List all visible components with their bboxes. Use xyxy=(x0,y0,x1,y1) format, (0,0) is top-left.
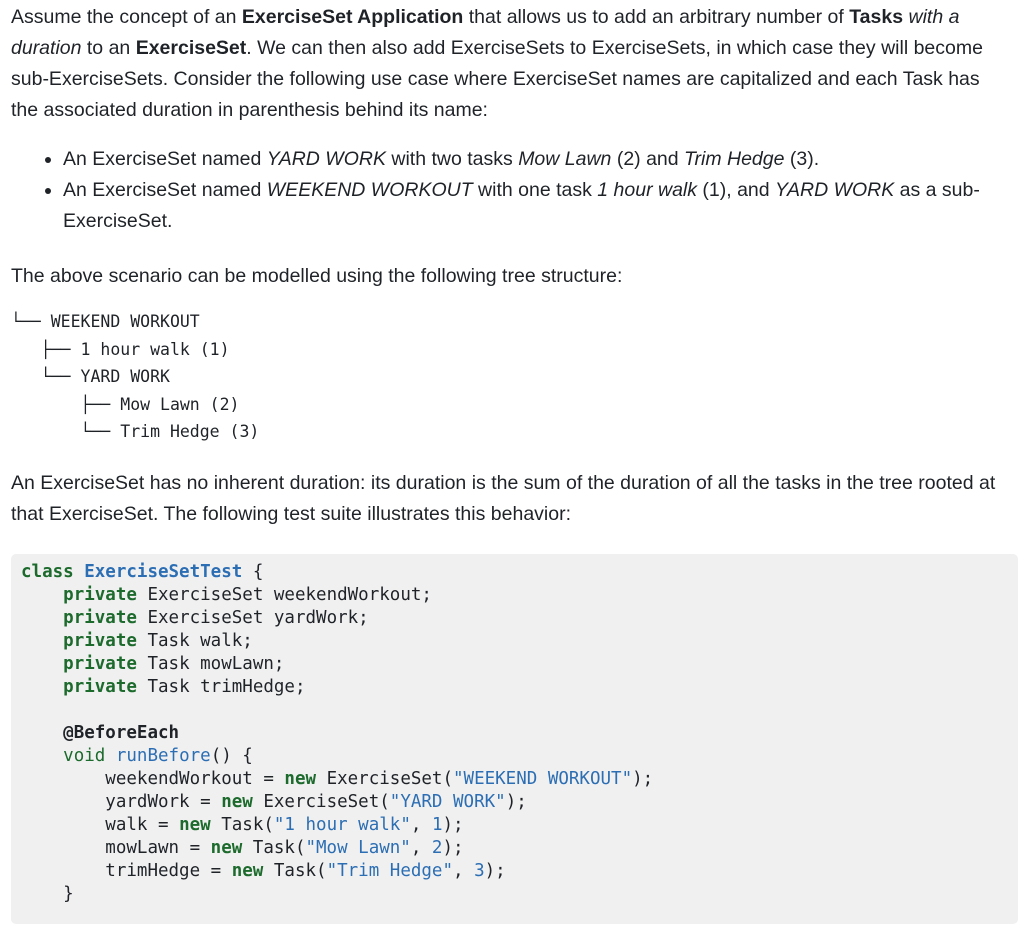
code-method-name: runBefore xyxy=(115,745,211,766)
list-item: An ExerciseSet named YARD WORK with two … xyxy=(63,144,1012,175)
intro-term-exerciseset: ExerciseSet xyxy=(135,37,247,59)
code-field: ExerciseSet weekendWorkout; xyxy=(136,584,432,605)
tree-line: └── YARD WORK xyxy=(11,367,170,386)
code-block: class ExerciseSetTest { private Exercise… xyxy=(11,553,1018,924)
code-number: 3 xyxy=(474,860,485,881)
bullet-italic: YARD WORK xyxy=(266,148,386,170)
bullet-italic: YARD WORK xyxy=(775,179,895,201)
code-text: () { xyxy=(210,745,253,766)
tree-line: ├── Mow Lawn (2) xyxy=(11,394,240,414)
code-string: "1 hour walk" xyxy=(273,814,411,835)
code-keyword: private xyxy=(63,607,137,628)
intro-text: Assume the concept of an xyxy=(11,6,242,28)
bullet-text: (3). xyxy=(784,148,820,170)
code-text: ); xyxy=(484,860,506,881)
code-text: trimHedge = xyxy=(105,860,232,881)
code-text: ); xyxy=(505,791,527,812)
duration-paragraph: An ExerciseSet has no inherent duration:… xyxy=(11,471,996,525)
code-string: "Trim Hedge" xyxy=(326,860,453,881)
code-keyword: new xyxy=(284,768,317,789)
code-field: Task walk; xyxy=(136,630,253,651)
bullet-text: with one task xyxy=(472,179,598,201)
bullet-text: (2) and xyxy=(611,148,685,170)
code-text: Task( xyxy=(242,837,306,858)
code-text: ExerciseSet( xyxy=(316,768,453,789)
code-text: { xyxy=(242,561,264,582)
code-text: } xyxy=(63,883,74,904)
code-string: "Mow Lawn" xyxy=(305,837,411,858)
intro-text: that allows us to add an arbitrary numbe… xyxy=(463,6,850,28)
bullet-text: (1), and xyxy=(697,179,776,201)
code-keyword: private xyxy=(63,584,137,605)
bullet-text: with two tasks xyxy=(385,148,519,170)
code-text: yardWork = xyxy=(105,791,222,812)
intro-term-app: ExerciseSet Application xyxy=(241,6,464,28)
code-number: 2 xyxy=(431,837,443,858)
code-keyword: void xyxy=(63,745,106,766)
code-listing: class ExerciseSetTest { private Exercise… xyxy=(21,561,654,904)
code-text: weekendWorkout = xyxy=(105,768,285,789)
code-text: walk = xyxy=(105,814,180,835)
code-keyword: new xyxy=(210,837,243,858)
bullet-text: An ExerciseSet named xyxy=(63,179,267,201)
code-text: ); xyxy=(442,837,464,858)
code-keyword: private xyxy=(63,653,137,674)
code-text: Task( xyxy=(210,814,274,835)
code-text: ExerciseSet( xyxy=(252,791,390,812)
tree-line: ├── 1 hour walk (1) xyxy=(11,339,230,359)
intro-text: to an xyxy=(81,37,136,59)
bullet-italic: WEEKEND WORKOUT xyxy=(266,179,473,201)
intro-paragraph: Assume the concept of an ExerciseSet App… xyxy=(11,2,1012,126)
code-field: ExerciseSet yardWork; xyxy=(136,607,369,628)
code-number: 1 xyxy=(431,814,443,835)
bullet-italic: Trim Hedge xyxy=(684,148,785,170)
tree-line: └── WEEKEND WORKOUT xyxy=(11,312,200,331)
code-keyword: private xyxy=(63,676,137,697)
code-string: "YARD WORK" xyxy=(389,791,506,812)
tree-structure: └── WEEKEND WORKOUT ├── 1 hour walk (1) … xyxy=(11,308,1012,446)
bullet-italic: 1 hour walk xyxy=(597,179,697,201)
code-keyword: private xyxy=(63,630,137,651)
code-annotation: @BeforeEach xyxy=(63,722,180,743)
document-page: Assume the concept of an ExerciseSet App… xyxy=(0,2,1024,924)
code-text: ); xyxy=(632,768,654,789)
list-item: An ExerciseSet named WEEKEND WORKOUT wit… xyxy=(63,175,1012,237)
code-keyword: class xyxy=(21,561,74,582)
code-keyword: new xyxy=(221,791,253,812)
code-field: Task mowLawn; xyxy=(136,653,285,674)
code-text: ); xyxy=(442,814,464,835)
tree-line: └── Trim Hedge (3) xyxy=(11,422,260,441)
scenario-paragraph: The above scenario can be modelled using… xyxy=(11,265,623,287)
code-field: Task trimHedge; xyxy=(136,676,306,697)
code-string: "WEEKEND WORKOUT" xyxy=(453,768,633,789)
code-class-name: ExerciseSetTest xyxy=(84,561,243,582)
code-text: mowLawn = xyxy=(105,837,211,858)
use-case-list: An ExerciseSet named YARD WORK with two … xyxy=(11,144,1012,237)
bullet-italic: Mow Lawn xyxy=(518,148,612,170)
code-keyword: new xyxy=(231,860,264,881)
intro-term-tasks: Tasks xyxy=(849,6,904,28)
bullet-text: An ExerciseSet named xyxy=(63,148,267,170)
code-text: Task( xyxy=(263,860,327,881)
code-keyword: new xyxy=(179,814,211,835)
